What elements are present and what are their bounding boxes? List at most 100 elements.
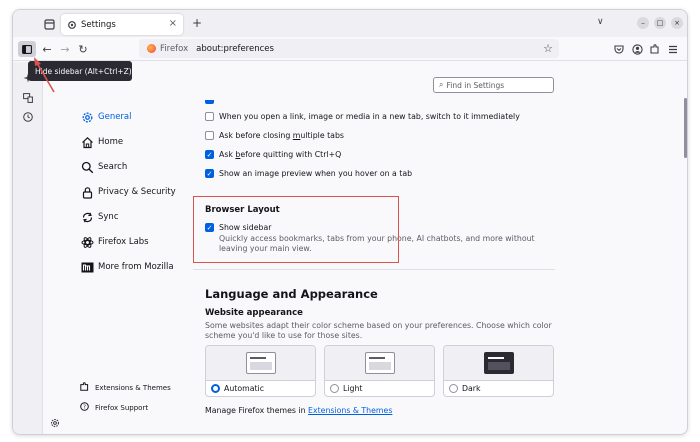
category-search-label: Search xyxy=(98,162,128,172)
option-label: When you open a link, image or media in … xyxy=(219,112,520,121)
maximize-button[interactable]: □ xyxy=(654,17,666,29)
new-tab-button[interactable]: + xyxy=(192,16,202,30)
search-icon xyxy=(80,160,94,174)
category-sync[interactable]: Sync xyxy=(80,209,119,225)
puzzle-icon xyxy=(80,382,90,394)
home-icon xyxy=(80,135,94,149)
browser-sidebar xyxy=(13,62,43,434)
extensions-themes-inline-link[interactable]: Extensions & Themes xyxy=(308,406,392,415)
show-sidebar-description: Quickly access bookmarks, tabs from your… xyxy=(219,234,535,253)
tab-settings[interactable]: Settings × xyxy=(61,14,183,35)
minimize-button[interactable]: – xyxy=(637,17,649,29)
radio-selected[interactable] xyxy=(211,384,220,393)
option-tab-hover-preview[interactable]: ✓ Show an image preview when you hover o… xyxy=(205,169,412,178)
extensions-themes-label: Extensions & Themes xyxy=(95,384,171,392)
theme-card-automatic[interactable]: Automatic xyxy=(205,345,316,397)
extensions-icon[interactable] xyxy=(649,41,661,57)
theme-label: Dark xyxy=(462,384,481,393)
website-appearance-description: Some websites adapt their color scheme b… xyxy=(205,321,552,340)
tab-close-icon[interactable]: × xyxy=(169,18,177,29)
sidebar-icon xyxy=(22,44,32,54)
back-button[interactable]: ← xyxy=(41,41,53,57)
tab-bar: Settings × + ∨ – □ × xyxy=(13,10,687,37)
category-general-label: General xyxy=(98,112,132,122)
category-firefox-labs[interactable]: Firefox Labs xyxy=(80,234,149,250)
language-appearance-heading: Language and Appearance xyxy=(205,287,378,301)
option-show-sidebar[interactable]: ✓ Show sidebar xyxy=(205,223,271,232)
theme-radio-row[interactable]: Automatic xyxy=(211,384,264,393)
sidebar-customize-icon[interactable] xyxy=(50,418,60,431)
sidebar-tooltip: Hide sidebar (Alt+Ctrl+Z) xyxy=(28,61,132,81)
url-bar[interactable]: Firefox about:preferences ☆ xyxy=(139,39,559,58)
gear-icon xyxy=(68,20,76,29)
radio[interactable] xyxy=(449,384,458,393)
url-text[interactable]: about:preferences xyxy=(196,44,274,54)
menu-icon[interactable] xyxy=(667,41,679,57)
forward-button[interactable]: → xyxy=(59,41,71,57)
category-home-label: Home xyxy=(98,137,124,147)
svg-text:?: ? xyxy=(83,405,86,411)
identity-label: Firefox xyxy=(160,43,189,54)
synced-tabs-icon[interactable] xyxy=(22,92,33,103)
category-search[interactable]: Search xyxy=(80,159,127,175)
theme-preview xyxy=(325,346,434,381)
category-firefox-labs-label: Firefox Labs xyxy=(98,237,149,247)
theme-label: Light xyxy=(343,384,363,393)
theme-card-dark[interactable]: Dark xyxy=(443,345,554,397)
category-more-from-mozilla-label: More from Mozilla xyxy=(98,262,174,272)
tab-title: Settings xyxy=(81,19,116,30)
list-all-tabs-icon[interactable]: ∨ xyxy=(597,17,604,27)
option-label: Ask before closing multiple tabs xyxy=(219,131,344,140)
search-icon: ⌕ xyxy=(439,80,444,89)
firefox-support-link[interactable]: ? Firefox Support xyxy=(80,402,148,414)
checkbox-checked[interactable]: ✓ xyxy=(205,223,214,232)
checkbox[interactable] xyxy=(205,112,214,121)
category-sync-label: Sync xyxy=(98,212,119,222)
manage-themes-text: Manage Firefox themes in Extensions & Th… xyxy=(205,406,393,415)
option-ask-before-quitting[interactable]: ✓ Ask before quitting with Ctrl+Q xyxy=(205,150,341,159)
help-icon: ? xyxy=(80,402,90,414)
firefox-view-icon[interactable] xyxy=(41,16,57,32)
pocket-icon[interactable] xyxy=(613,41,625,57)
mozilla-icon xyxy=(80,260,94,274)
section-divider xyxy=(193,269,555,270)
category-privacy-label: Privacy & Security xyxy=(98,187,176,197)
reload-button[interactable]: ↻ xyxy=(77,41,89,57)
checkbox-checked[interactable]: ✓ xyxy=(205,169,214,178)
theme-preview xyxy=(444,346,553,381)
firefox-logo-icon xyxy=(147,44,156,53)
sync-icon xyxy=(80,210,94,224)
option-switch-to-new-tab[interactable]: When you open a link, image or media in … xyxy=(205,112,520,121)
firefox-support-label: Firefox Support xyxy=(95,404,149,412)
navigation-toolbar: ← → ↻ Firefox about:preferences ☆ xyxy=(13,37,687,61)
category-home[interactable]: Home xyxy=(80,134,123,150)
option-label: Show an image preview when you hover on … xyxy=(219,169,413,178)
option-label: Ask before quitting with Ctrl+Q xyxy=(219,150,342,159)
cut-off-checkbox[interactable] xyxy=(205,100,214,104)
category-privacy[interactable]: Privacy & Security xyxy=(80,184,176,200)
search-placeholder: Find in Settings xyxy=(446,80,505,90)
lock-icon xyxy=(80,185,94,199)
option-ask-before-closing-tabs[interactable]: Ask before closing multiple tabs xyxy=(205,131,344,140)
checkbox[interactable] xyxy=(205,131,214,140)
website-appearance-heading: Website appearance xyxy=(205,308,303,318)
content-scrollbar[interactable] xyxy=(684,98,687,158)
extensions-themes-link[interactable]: Extensions & Themes xyxy=(80,382,171,394)
theme-preview xyxy=(206,346,315,381)
theme-card-light[interactable]: Light xyxy=(324,345,435,397)
theme-radio-row[interactable]: Dark xyxy=(449,384,481,393)
browser-layout-heading: Browser Layout xyxy=(205,205,280,215)
option-label: Show sidebar xyxy=(219,223,272,232)
theme-radio-row[interactable]: Light xyxy=(330,384,362,393)
history-icon[interactable] xyxy=(22,111,33,122)
category-general[interactable]: General xyxy=(80,109,132,125)
radio[interactable] xyxy=(330,384,339,393)
account-icon[interactable] xyxy=(631,41,643,57)
close-window-button[interactable]: × xyxy=(671,17,683,29)
category-more-from-mozilla[interactable]: More from Mozilla xyxy=(80,259,174,275)
sidebar-toggle-button[interactable] xyxy=(18,41,36,57)
checkbox-checked[interactable]: ✓ xyxy=(205,150,214,159)
bookmark-star-icon[interactable]: ☆ xyxy=(543,42,553,55)
search-input[interactable]: ⌕ Find in Settings xyxy=(433,77,554,93)
theme-label: Automatic xyxy=(224,384,264,393)
